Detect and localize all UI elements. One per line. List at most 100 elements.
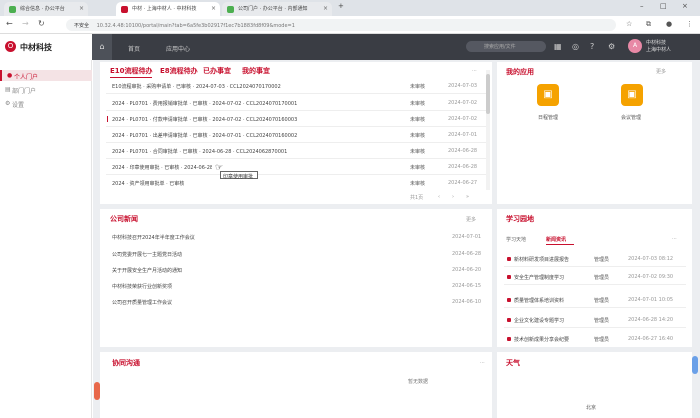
logo-icon: O: [5, 41, 16, 52]
bullet-icon: [507, 298, 511, 302]
list-item-author: 管理员: [594, 318, 610, 324]
list-item[interactable]: 关于开展安全生产月活动的通知: [112, 267, 182, 274]
profile-icon[interactable]: ●: [666, 20, 672, 28]
help-icon[interactable]: ?: [590, 42, 594, 51]
reload-icon[interactable]: ↻: [38, 19, 45, 28]
star-icon[interactable]: ☆: [626, 20, 632, 28]
todo-scrollbar[interactable]: [486, 70, 490, 190]
window-close-icon[interactable]: ×: [682, 2, 688, 10]
row-status: 未审核: [410, 84, 426, 90]
row-divider: [504, 266, 686, 267]
list-item[interactable]: 公司党委开展七一主题党日活动: [112, 251, 182, 258]
sidebar-item-personal[interactable]: ● 个人门户: [0, 70, 92, 81]
communication-panel: [100, 352, 492, 418]
meeting-icon[interactable]: ▣: [621, 84, 643, 106]
study-title: 学习园地: [506, 215, 534, 223]
list-item[interactable]: 质量管理体系培训资料: [514, 297, 594, 304]
grid-icon[interactable]: ▦: [554, 42, 562, 51]
nav-app-center[interactable]: 应用中心: [166, 44, 190, 53]
extensions-icon[interactable]: ⧉: [646, 20, 651, 29]
list-item[interactable]: 公司召开质量管理工作会议: [112, 299, 172, 306]
tab-mine[interactable]: 我的事宜: [242, 66, 270, 76]
study-more-icon[interactable]: ···: [672, 236, 677, 242]
browser-tab-active[interactable]: 中材 · 上海中材人 · 中材科技 ×: [116, 2, 220, 16]
news-title: 公司新闻: [110, 215, 138, 223]
home-icon[interactable]: ⌂: [92, 34, 112, 60]
news-more-link[interactable]: 更多: [466, 216, 476, 223]
close-icon[interactable]: ×: [323, 5, 328, 12]
list-item-date: 2024-06-15: [452, 283, 482, 289]
bell-icon[interactable]: ◎: [572, 42, 579, 51]
url-field[interactable]: 不安全 10.32.4.48:10100/portal/main?tab=6a5…: [66, 19, 616, 31]
row-status: 未审核: [410, 117, 426, 123]
app-label: 会议管理: [621, 115, 642, 121]
todo-more-icon[interactable]: ···: [472, 68, 477, 74]
sidebar-item-settings[interactable]: ⚙ 设置: [0, 98, 92, 109]
settings-icon[interactable]: ⚙: [608, 42, 615, 51]
pager-prev-icon[interactable]: ‹: [438, 194, 440, 200]
tab-done[interactable]: 已办事宜: [203, 66, 231, 76]
row-date: 2024-06-28: [448, 148, 478, 154]
apps-panel: [497, 62, 692, 204]
table-row[interactable]: 2024 · 印章使用审批 · 已审核 · 2024-06-28: [112, 164, 212, 171]
favicon-icon: [121, 6, 128, 13]
list-item[interactable]: 新材料研发项目进展报告: [514, 256, 594, 263]
close-icon[interactable]: ×: [211, 5, 216, 12]
tab-study[interactable]: 学习天地: [506, 236, 526, 243]
communication-title: 协同沟通: [112, 359, 140, 367]
news-panel: [100, 209, 492, 347]
user-name[interactable]: 中材科技 上海中材人: [646, 40, 671, 54]
list-item-date: 2024-07-01 10:05: [628, 297, 674, 303]
list-item[interactable]: 技术创新成果分享会纪要: [514, 336, 594, 343]
browser-tab[interactable]: 综合信息 · 办公平台 ×: [4, 2, 88, 16]
sidebar-item-department[interactable]: ▤ 部门门户: [0, 84, 92, 95]
department-icon: ▤: [5, 86, 11, 93]
close-icon[interactable]: ×: [79, 5, 84, 12]
menu-icon[interactable]: ⋮: [686, 20, 693, 28]
sidebar: ● 个人门户 ▤ 部门门户 ⚙ 设置: [0, 60, 92, 418]
new-tab-button[interactable]: +: [338, 2, 344, 10]
list-item-author: 管理员: [594, 257, 610, 263]
row-divider: [106, 174, 486, 175]
table-row[interactable]: 2024 · PL0701 · 出差申请审批单 · 已审核 · 2024-07-…: [112, 132, 402, 139]
list-item[interactable]: 安全生产管理制度学习: [514, 274, 594, 281]
list-item[interactable]: 企业文化建设专题学习: [514, 317, 594, 324]
right-float-button[interactable]: [692, 356, 698, 374]
row-date: 2024-07-02: [448, 100, 478, 106]
row-divider: [106, 110, 486, 111]
table-row[interactable]: 2024 · PL0701 · 合同审批单 · 已审核 · 2024-06-28…: [112, 148, 402, 155]
browser-tab[interactable]: 公司门户 · 办公平台 · 内部通知 ×: [222, 2, 332, 16]
table-row[interactable]: 2024 · PL0701 · 付款申请审批单 · 已审核 · 2024-07-…: [112, 116, 402, 123]
list-item-author: 管理员: [594, 275, 610, 281]
row-divider: [504, 307, 686, 308]
empty-state-text: 暂无数据: [408, 379, 429, 385]
back-icon[interactable]: ←: [6, 19, 13, 28]
nav-home[interactable]: 首页: [128, 44, 140, 53]
apps-more-link[interactable]: 更多: [656, 68, 666, 75]
forward-icon[interactable]: →: [22, 19, 29, 28]
tab-news[interactable]: 新闻资讯: [546, 236, 566, 243]
active-tab-underline: [546, 244, 574, 245]
header-search-input[interactable]: 搜索应用/文件: [466, 41, 546, 52]
scrollbar-thumb[interactable]: [486, 74, 490, 114]
row-divider: [106, 158, 486, 159]
avatar[interactable]: A: [628, 39, 642, 53]
calendar-icon[interactable]: ▣: [537, 84, 559, 106]
row-date: 2024-07-01: [448, 132, 478, 138]
row-status: 未审核: [410, 149, 426, 155]
pager-last-icon[interactable]: »: [466, 194, 469, 200]
list-item-date: 2024-06-27 16:40: [628, 336, 674, 342]
tab-e8-todo[interactable]: E8流程待办: [160, 66, 198, 76]
table-row[interactable]: 2024 · PL0701 · 费用报销审批单 · 已审核 · 2024-07-…: [112, 100, 402, 107]
list-item[interactable]: 中材科技荣获行业创新奖项: [112, 283, 172, 290]
communication-more-icon[interactable]: ···: [480, 360, 485, 366]
table-row[interactable]: 2024 · 资产领用审批单 · 已审核: [112, 180, 212, 187]
table-row[interactable]: E10流程审批 · 采购申请单 · 已审核 · 2024-07-03 · CCL…: [112, 83, 402, 90]
list-item[interactable]: 中材科技召开2024年半年度工作会议: [112, 234, 195, 241]
minimize-icon[interactable]: –: [640, 2, 644, 10]
side-float-button[interactable]: [94, 382, 100, 400]
list-item-author: 管理员: [594, 337, 610, 343]
tab-e10-todo[interactable]: E10流程待办: [110, 66, 153, 76]
pager-next-icon[interactable]: ›: [452, 194, 454, 200]
maximize-icon[interactable]: □: [660, 2, 667, 10]
